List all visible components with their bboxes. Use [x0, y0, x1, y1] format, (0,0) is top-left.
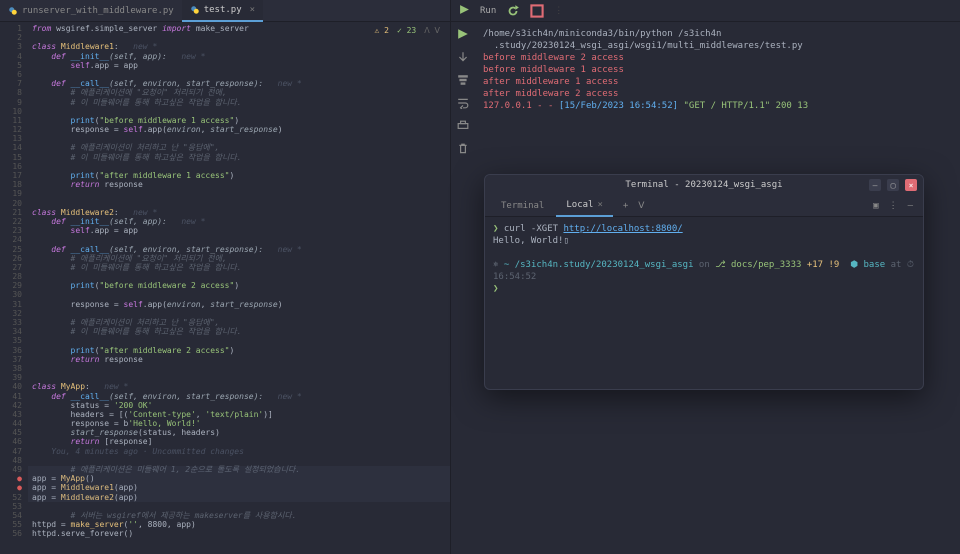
- hide-icon[interactable]: —: [904, 201, 917, 211]
- chevron-down-icon[interactable]: ᐯ: [638, 201, 644, 211]
- close-icon[interactable]: ×: [250, 5, 255, 15]
- play-icon[interactable]: [457, 28, 469, 43]
- wrap-icon[interactable]: [457, 97, 469, 112]
- typo-count[interactable]: ✓ 23: [397, 26, 416, 35]
- run-toolbar: Run ⋮: [451, 0, 960, 22]
- stop-button[interactable]: [530, 4, 544, 18]
- tab-label: runserver_with_middleware.py: [22, 6, 174, 16]
- maximize-button[interactable]: ▢: [887, 179, 899, 191]
- run-label: Run: [480, 6, 496, 16]
- terminal-tab-local[interactable]: Local ×: [556, 195, 613, 217]
- terminal-body[interactable]: ❯ curl -XGET http://localhost:8800/ Hell…: [485, 217, 923, 389]
- run-icon: [459, 4, 470, 18]
- code-content[interactable]: from wsgiref.simple_server import make_s…: [28, 22, 450, 554]
- tab-label: Local: [566, 200, 593, 210]
- separator: ⋮: [554, 6, 563, 16]
- warning-count[interactable]: ⚠ 2: [375, 26, 389, 35]
- code-area[interactable]: 1234567891011121314151617181920212223242…: [0, 22, 450, 554]
- terminal-titlebar[interactable]: Terminal - 20230124_wsgi_asgi – ▢ ×: [485, 175, 923, 195]
- tab-label: test.py: [204, 5, 242, 15]
- run-actions-gutter: [451, 22, 475, 554]
- new-tab-button[interactable]: +: [615, 201, 636, 211]
- editor-tabs: runserver_with_middleware.py test.py ×: [0, 0, 450, 22]
- python-icon: [8, 6, 18, 16]
- editor-panel: runserver_with_middleware.py test.py × 1…: [0, 0, 451, 554]
- terminal-window[interactable]: Terminal - 20230124_wsgi_asgi – ▢ × Term…: [484, 174, 924, 390]
- maximize-icon[interactable]: ▣: [869, 201, 882, 211]
- terminal-tabs: Terminal Local × + ᐯ ▣ ⋮ —: [485, 195, 923, 217]
- filter-icon[interactable]: [457, 74, 469, 89]
- tab-runserver[interactable]: runserver_with_middleware.py: [0, 0, 182, 22]
- close-button[interactable]: ×: [905, 179, 917, 191]
- rerun-button[interactable]: [506, 4, 520, 18]
- close-icon[interactable]: ×: [597, 200, 602, 210]
- inspection-widget[interactable]: ⚠ 2 ✓ 23 ᐱ ᐯ: [375, 26, 440, 35]
- print-icon[interactable]: [457, 120, 469, 135]
- line-gutter: 1234567891011121314151617181920212223242…: [0, 22, 28, 554]
- tab-test[interactable]: test.py ×: [182, 0, 263, 22]
- nav-arrows[interactable]: ᐱ ᐯ: [424, 26, 440, 35]
- trash-icon[interactable]: [457, 143, 469, 158]
- python-icon: [190, 5, 200, 15]
- minimize-button[interactable]: –: [869, 179, 881, 191]
- more-icon[interactable]: ⋮: [885, 201, 902, 211]
- terminal-title: Terminal - 20230124_wsgi_asgi: [625, 180, 782, 190]
- terminal-tab-terminal[interactable]: Terminal: [491, 195, 554, 217]
- down-arrow-icon[interactable]: [457, 51, 469, 66]
